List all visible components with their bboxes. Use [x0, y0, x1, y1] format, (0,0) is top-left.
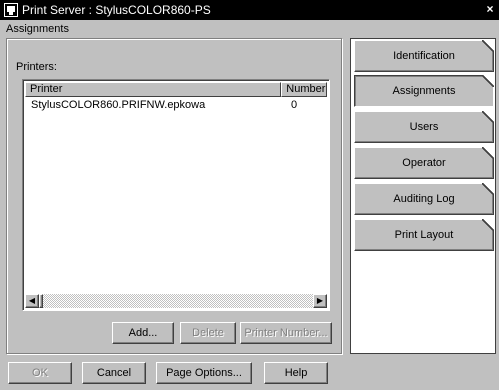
cancel-button[interactable]: Cancel: [82, 362, 146, 384]
column-header-printer[interactable]: Printer: [25, 82, 282, 97]
list-item[interactable]: StylusCOLOR860.PRIFNW.epkowa 0: [25, 98, 327, 112]
printers-list[interactable]: Printer Number StylusCOLOR860.PRIFNW.epk…: [22, 79, 330, 311]
ok-button[interactable]: OK: [8, 362, 72, 384]
printer-name: StylusCOLOR860.PRIFNW.epkowa: [31, 99, 206, 111]
scroll-left-icon[interactable]: ◀: [25, 294, 39, 308]
page-tab-assignments[interactable]: Assignments: [354, 75, 494, 107]
section-title: Assignments: [6, 23, 69, 35]
page-tab-identification[interactable]: Identification: [354, 40, 494, 72]
column-header-number[interactable]: Number: [281, 82, 327, 97]
help-button[interactable]: Help: [264, 362, 328, 384]
page-tab-users[interactable]: Users: [354, 111, 494, 143]
printer-number: 0: [291, 99, 298, 111]
scroll-right-icon[interactable]: ▶: [313, 294, 327, 308]
page-tab-print-layout[interactable]: Print Layout: [354, 219, 494, 251]
window-title: Print Server : StylusCOLOR860-PS: [22, 3, 211, 17]
page-options-button[interactable]: Page Options...: [156, 362, 252, 384]
horizontal-scrollbar[interactable]: ◀ ▶: [25, 294, 327, 308]
scroll-thumb[interactable]: [39, 294, 43, 308]
close-icon[interactable]: ×: [483, 2, 497, 16]
printers-label: Printers:: [16, 61, 57, 73]
add-button[interactable]: Add...: [112, 322, 174, 344]
printer-number-button[interactable]: Printer Number...: [240, 322, 332, 344]
page-tab-auditing-log[interactable]: Auditing Log: [354, 183, 494, 215]
list-header: Printer Number: [25, 82, 327, 97]
page-tab-operator[interactable]: Operator: [354, 147, 494, 179]
title-bar: Print Server : StylusCOLOR860-PS ×: [0, 0, 499, 20]
delete-button[interactable]: Delete: [180, 322, 236, 344]
printer-app-icon: [4, 3, 18, 17]
